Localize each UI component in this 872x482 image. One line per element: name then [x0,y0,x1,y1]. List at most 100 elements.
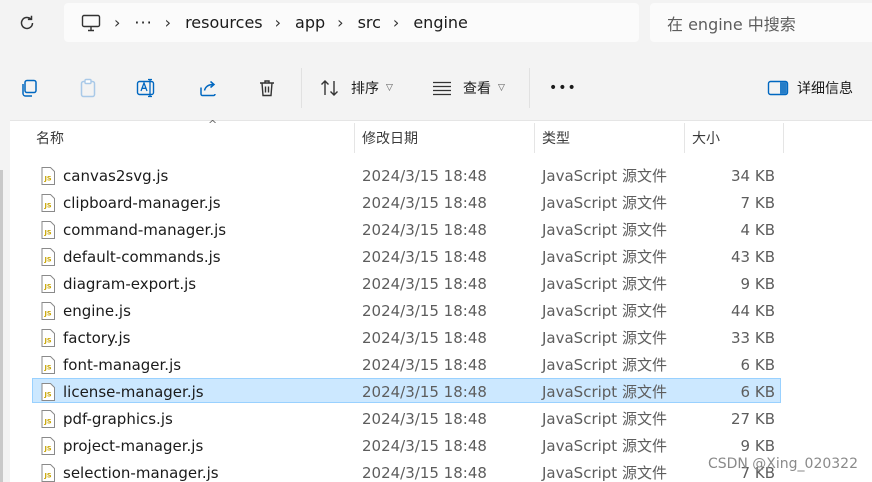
svg-text:JS: JS [43,228,51,236]
js-file-icon: JS [40,379,56,404]
file-row[interactable]: JS factory.js 2024/3/15 18:48 JavaScript 源文… [32,324,781,349]
chevron-right-icon[interactable]: › [337,13,343,32]
file-date: 2024/3/15 18:48 [362,463,487,482]
delete-button[interactable] [256,72,278,104]
file-name: license-manager.js [63,382,204,401]
column-divider[interactable] [354,123,355,153]
file-date: 2024/3/15 18:48 [362,355,487,374]
chevron-right-icon[interactable]: › [275,13,281,32]
details-pane-icon [767,77,789,99]
js-file-icon: JS [40,190,56,215]
file-row[interactable]: JS diagram-export.js 2024/3/15 18:48 JavaSc… [32,270,781,295]
file-name: font-manager.js [63,355,182,374]
file-size: 4 KB [740,220,775,239]
breadcrumb[interactable]: › ··· › resources › app › src › engine [64,3,639,42]
breadcrumb-item-resources[interactable]: resources [185,13,263,32]
file-row[interactable]: JS clipboard-manager.js 2024/3/15 18:48 Jav… [32,189,781,214]
scrollbar[interactable] [0,170,3,482]
file-size: 33 KB [731,328,775,347]
file-row[interactable]: JS license-manager.js 2024/3/15 18:48 JavaS… [32,378,781,403]
address-bar-row: › ··· › resources › app › src › engine 在… [0,0,872,46]
file-row[interactable]: JS font-manager.js 2024/3/15 18:48 JavaScri… [32,351,781,376]
command-toolbar: 排序 ▽ 查看 ▽ ••• 详细信息 [0,58,872,118]
sort-button[interactable]: 排序 ▽ [319,72,393,104]
file-row[interactable]: JS project-manager.js 2024/3/15 18:48 JavaS… [32,432,781,457]
file-type: JavaScript 源文件 [542,248,667,266]
chevron-right-icon[interactable]: › [165,13,171,32]
chevron-right-icon[interactable]: › [114,13,120,32]
file-date: 2024/3/15 18:48 [362,220,487,239]
column-divider[interactable] [783,123,784,153]
column-divider[interactable] [534,123,535,153]
view-label: 查看 [463,81,491,97]
js-file-icon: JS [40,217,56,242]
chevron-right-icon[interactable]: › [393,13,399,32]
column-header-row: ^ 名称 修改日期 类型 大小 [32,118,872,155]
breadcrumb-item-src[interactable]: src [358,13,381,32]
refresh-icon [20,15,34,30]
file-type: JavaScript 源文件 [542,383,667,401]
breadcrumb-item-app[interactable]: app [295,13,325,32]
column-header-date[interactable]: 修改日期 [358,121,534,155]
file-row[interactable]: JS engine.js 2024/3/15 18:48 JavaScript 源文件… [32,297,781,322]
js-file-icon: JS [40,460,56,482]
this-pc-icon[interactable] [80,12,102,34]
file-name: selection-manager.js [63,463,219,482]
file-type: JavaScript 源文件 [542,194,667,212]
more-options-button[interactable]: ••• [549,72,577,104]
file-row[interactable]: JS selection-manager.js 2024/3/15 18:48 Jav… [32,459,781,482]
sort-label: 排序 [351,81,379,97]
watermark: CSDN @Xing_020322 [707,456,858,472]
more-icon: ••• [549,80,577,96]
column-header-size[interactable]: 大小 [688,121,778,155]
file-row[interactable]: JS canvas2svg.js 2024/3/15 18:48 JavaScript… [32,162,781,187]
svg-text:JS: JS [43,390,51,398]
details-label: 详细信息 [797,81,853,97]
file-type: JavaScript 源文件 [542,464,667,482]
file-size: 27 KB [731,409,775,428]
file-date: 2024/3/15 18:48 [362,328,487,347]
copy-icon [18,77,40,99]
file-type: JavaScript 源文件 [542,275,667,293]
trash-icon [256,77,278,99]
svg-text:JS: JS [43,336,51,344]
svg-text:JS: JS [43,417,51,425]
file-row[interactable]: JS pdf-graphics.js 2024/3/15 18:48 JavaScri… [32,405,781,430]
file-size: 44 KB [731,301,775,320]
file-name: clipboard-manager.js [63,193,221,212]
file-size: 6 KB [740,355,775,374]
file-size: 7 KB [740,193,775,212]
column-header-name[interactable]: 名称 [32,121,354,155]
file-name: engine.js [63,301,131,320]
file-row[interactable]: JS default-commands.js 2024/3/15 18:48 Java… [32,243,781,268]
copy-button[interactable] [18,72,40,104]
svg-text:JS: JS [43,174,51,182]
js-file-icon: JS [40,325,56,350]
rename-button[interactable] [136,72,158,104]
toolbar-divider [301,68,302,108]
details-pane-button[interactable]: 详细信息 [767,72,853,104]
file-name: command-manager.js [63,220,227,239]
paste-button[interactable] [77,72,99,104]
column-divider[interactable] [684,123,685,153]
refresh-button[interactable] [14,10,40,36]
view-button[interactable]: 查看 ▽ [431,72,505,104]
js-file-icon: JS [40,163,56,188]
view-list-icon [431,77,453,99]
file-date: 2024/3/15 18:48 [362,409,487,428]
file-row[interactable]: JS command-manager.js 2024/3/15 18:48 JavaS… [32,216,781,241]
search-input[interactable]: 在 engine 中搜索 [650,3,872,42]
file-size: 34 KB [731,166,775,185]
js-file-icon: JS [40,244,56,269]
file-type: JavaScript 源文件 [542,167,667,185]
rename-icon [136,77,158,99]
column-header-type[interactable]: 类型 [538,121,682,155]
chevron-down-icon: ▽ [386,83,393,93]
share-button[interactable] [197,72,219,104]
breadcrumb-item-engine[interactable]: engine [413,13,468,32]
file-date: 2024/3/15 18:48 [362,274,487,293]
chevron-down-icon: ▽ [498,83,505,93]
js-file-icon: JS [40,406,56,431]
toolbar-divider [529,68,530,108]
breadcrumb-overflow[interactable]: ··· [134,13,152,32]
